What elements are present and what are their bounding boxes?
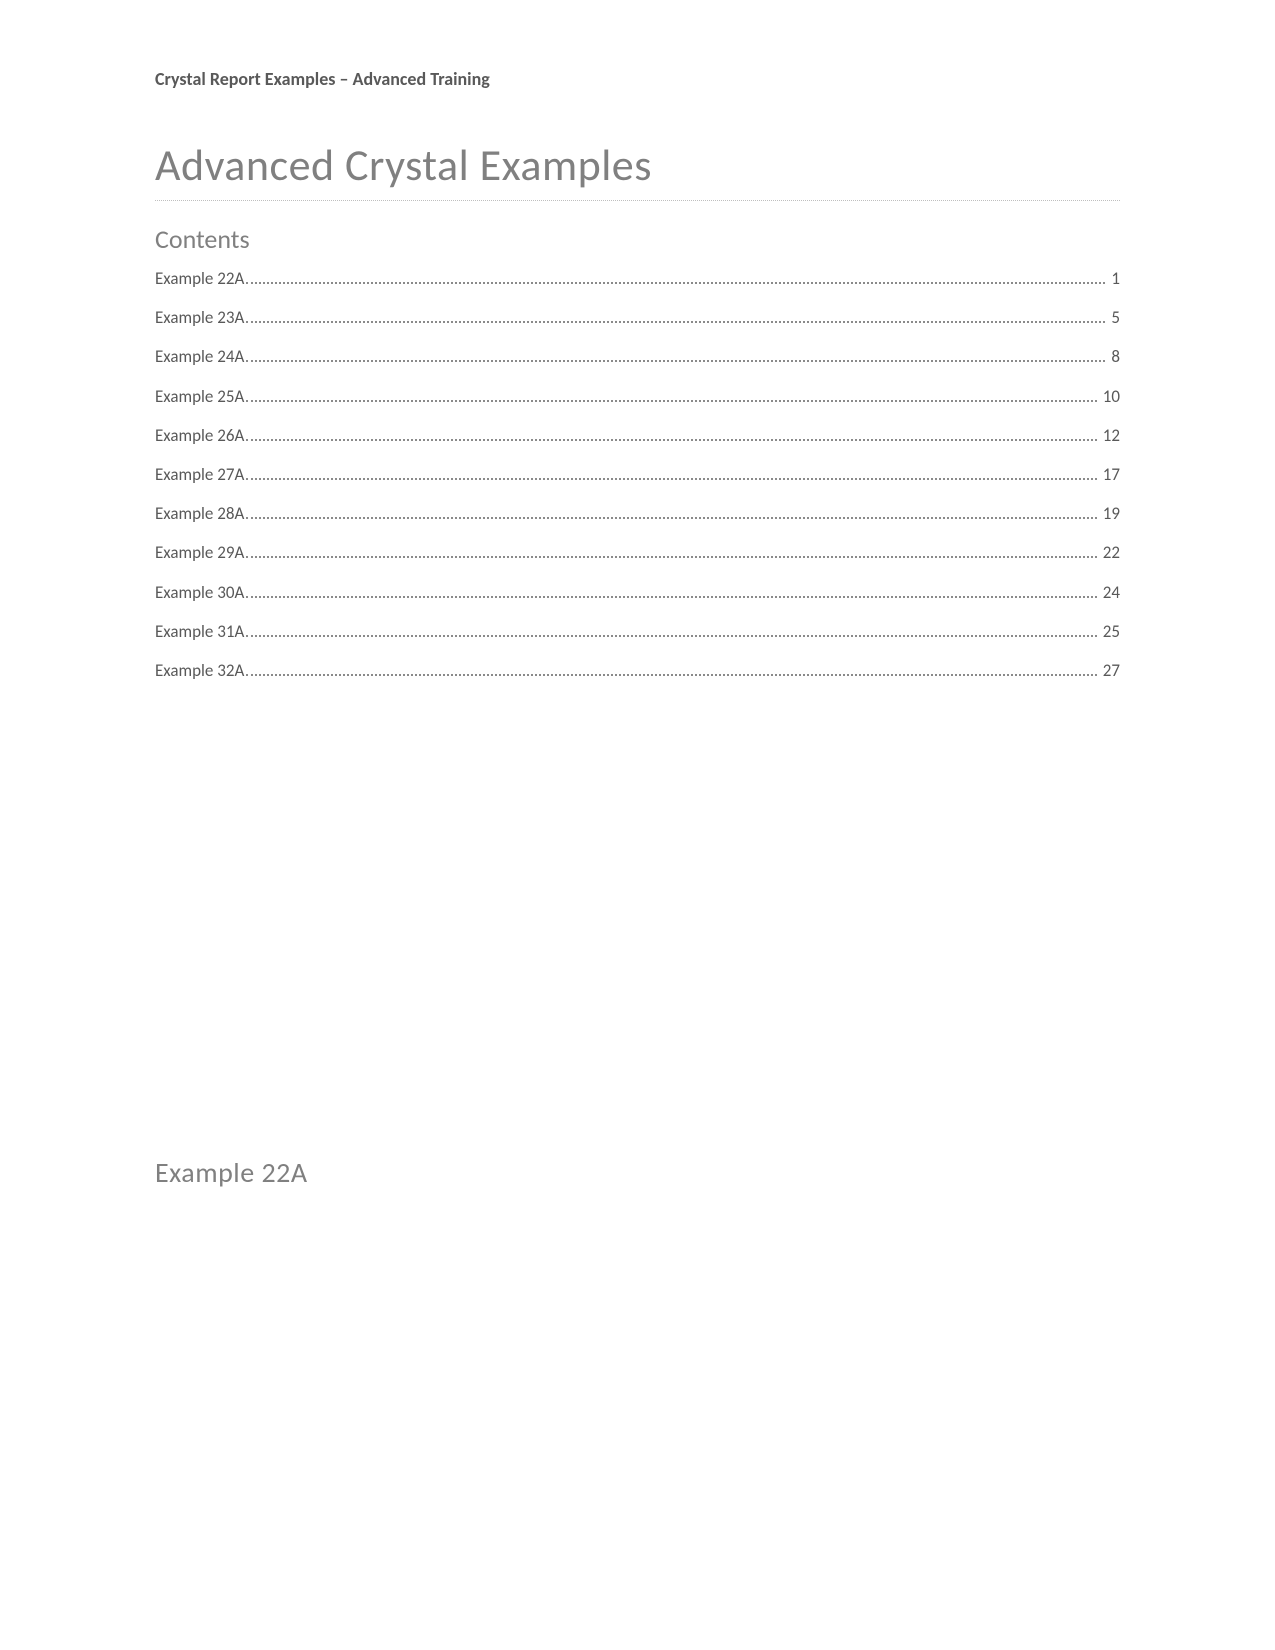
toc-leader	[246, 478, 1096, 480]
toc-leader	[246, 400, 1096, 402]
toc-leader	[246, 674, 1096, 676]
toc-label: Example 26A	[155, 422, 244, 449]
page-header: Crystal Report Examples – Advanced Train…	[155, 68, 1120, 90]
toc-label: Example 27A	[155, 461, 244, 488]
table-of-contents: Example 22A 1 Example 23A 5 Example 24A …	[155, 265, 1120, 684]
toc-entry[interactable]: Example 22A 1	[155, 265, 1120, 292]
toc-label: Example 24A	[155, 343, 244, 370]
toc-entry[interactable]: Example 32A 27	[155, 657, 1120, 684]
document-page: Crystal Report Examples – Advanced Train…	[0, 0, 1275, 684]
toc-page: 27	[1101, 657, 1120, 684]
toc-entry[interactable]: Example 31A 25	[155, 618, 1120, 645]
toc-leader	[246, 596, 1096, 598]
toc-leader	[246, 635, 1096, 637]
toc-entry[interactable]: Example 23A 5	[155, 304, 1120, 331]
toc-page: 12	[1101, 422, 1120, 449]
toc-leader	[246, 517, 1096, 519]
toc-leader	[246, 556, 1096, 558]
toc-label: Example 30A	[155, 579, 244, 606]
toc-label: Example 31A	[155, 618, 244, 645]
toc-label: Example 29A	[155, 539, 244, 566]
toc-page: 1	[1109, 265, 1120, 292]
toc-page: 17	[1101, 461, 1120, 488]
document-title: Advanced Crystal Examples	[155, 138, 1120, 201]
toc-page: 5	[1109, 304, 1120, 331]
toc-entry[interactable]: Example 28A 19	[155, 500, 1120, 527]
toc-entry[interactable]: Example 29A 22	[155, 539, 1120, 566]
toc-entry[interactable]: Example 27A 17	[155, 461, 1120, 488]
toc-page: 24	[1101, 579, 1120, 606]
contents-heading: Contents	[155, 223, 1120, 255]
toc-leader	[246, 439, 1096, 441]
toc-leader	[246, 282, 1105, 284]
toc-page: 22	[1101, 539, 1120, 566]
toc-entry[interactable]: Example 26A 12	[155, 422, 1120, 449]
toc-page: 8	[1109, 343, 1120, 370]
toc-entry[interactable]: Example 30A 24	[155, 579, 1120, 606]
toc-label: Example 32A	[155, 657, 244, 684]
toc-label: Example 22A	[155, 265, 244, 292]
toc-label: Example 25A	[155, 383, 244, 410]
toc-entry[interactable]: Example 24A 8	[155, 343, 1120, 370]
toc-leader	[246, 360, 1105, 362]
toc-label: Example 28A	[155, 500, 244, 527]
toc-label: Example 23A	[155, 304, 244, 331]
toc-page: 10	[1101, 383, 1120, 410]
toc-page: 19	[1101, 500, 1120, 527]
toc-entry[interactable]: Example 25A 10	[155, 383, 1120, 410]
toc-page: 25	[1101, 618, 1120, 645]
toc-leader	[246, 321, 1105, 323]
section-heading: Example 22A	[155, 1155, 308, 1190]
